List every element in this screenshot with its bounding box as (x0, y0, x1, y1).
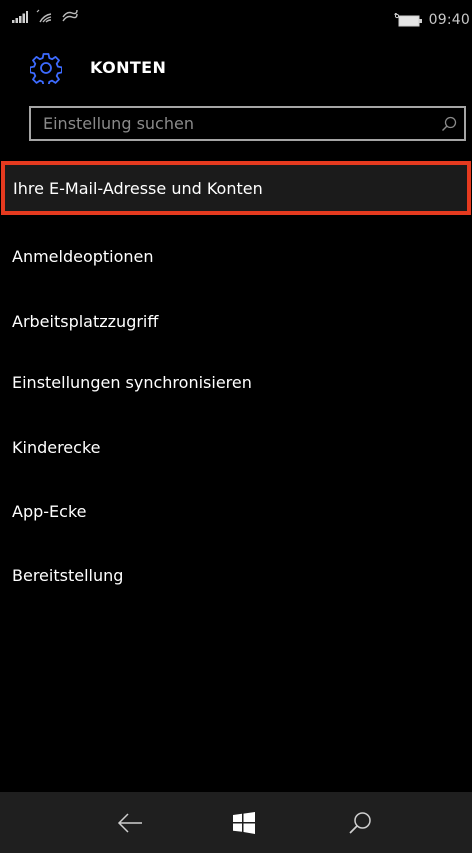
list-item-provisioning[interactable]: Bereitstellung (0, 548, 472, 602)
page-title: KONTEN (90, 58, 167, 77)
list-item-app-corner[interactable]: App-Ecke (0, 484, 472, 538)
search-input[interactable]: Einstellung suchen (29, 106, 466, 141)
list-item-sync-settings[interactable]: Einstellungen synchronisieren (0, 355, 472, 409)
list-item-label: Einstellungen synchronisieren (12, 372, 252, 392)
navigation-bar (0, 792, 472, 853)
list-item-label: Anmeldeoptionen (12, 246, 154, 266)
list-item-email-accounts[interactable]: Ihre E-Mail-Adresse und Konten (1, 161, 471, 215)
battery-icon (394, 13, 422, 27)
search-icon (349, 811, 371, 834)
status-bar: 09:40 (0, 0, 472, 36)
search-icon[interactable] (441, 116, 457, 132)
list-item-label: App-Ecke (12, 501, 87, 521)
search-placeholder: Einstellung suchen (43, 114, 194, 133)
list-item-sign-in-options[interactable]: Anmeldeoptionen (0, 229, 472, 283)
list-item-kids-corner[interactable]: Kinderecke (0, 420, 472, 474)
status-icons-left (12, 9, 78, 23)
start-button[interactable] (214, 792, 274, 853)
list-item-label: Bereitstellung (12, 565, 124, 585)
status-icons-right: 09:40 (393, 12, 470, 28)
clock: 09:40 (428, 12, 470, 28)
signal-icon (12, 11, 28, 23)
list-item-label: Kinderecke (12, 437, 101, 457)
data-sense-icon (62, 9, 78, 22)
list-item-label: Ihre E-Mail-Adresse und Konten (13, 178, 263, 198)
back-icon (117, 812, 142, 833)
wifi-icon (36, 9, 52, 23)
back-button[interactable] (100, 792, 160, 853)
gear-icon (30, 53, 62, 84)
search-button[interactable] (330, 792, 390, 853)
settings-screen: 09:40 KONTEN Einstellung suchen Ihre E-M… (0, 0, 472, 853)
page-header: KONTEN (0, 52, 472, 92)
windows-icon (233, 811, 255, 834)
list-item-label: Arbeitsplatzzugriff (12, 311, 159, 331)
list-item-workplace-access[interactable]: Arbeitsplatzzugriff (0, 294, 472, 348)
